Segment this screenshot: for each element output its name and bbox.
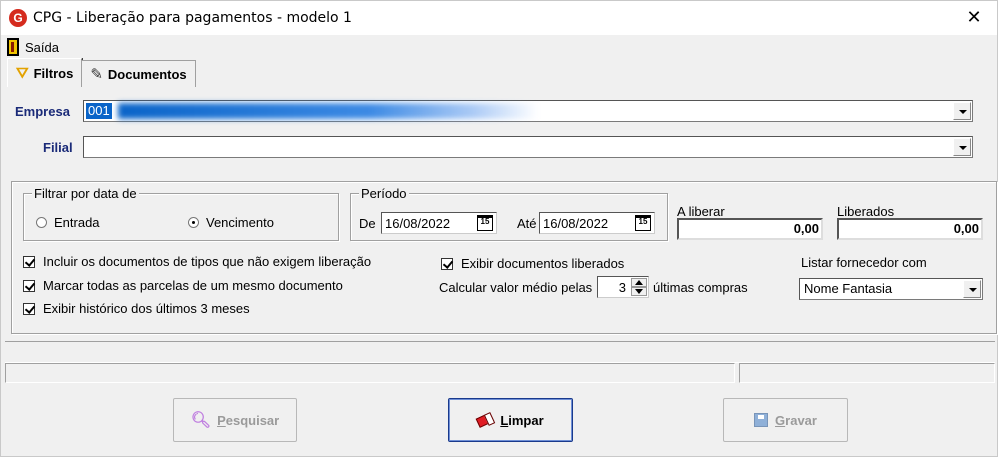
clear-button[interactable]: Limpar: [448, 398, 573, 442]
exit-door-icon: [7, 38, 19, 56]
empresa-combo[interactable]: 001: [83, 100, 973, 122]
checkbox-include-types-box: [23, 255, 35, 268]
checkbox-mark-installments-label: Marcar todas as parcelas de um mesmo doc…: [43, 278, 343, 293]
fornecedor-dropdown-arrow-icon[interactable]: [963, 280, 981, 298]
funnel-icon: ⛛: [16, 64, 29, 82]
radio-vencimento-dot: [188, 217, 199, 228]
calendar-icon[interactable]: 15: [477, 215, 493, 231]
period-from-label: De: [359, 216, 376, 231]
period-from-date[interactable]: 16/08/2022 15: [381, 212, 497, 234]
eraser-icon: [475, 412, 495, 428]
menu-item-exit-label: Saída: [25, 39, 59, 55]
empresa-redacted-text: [118, 103, 538, 119]
tab-documents-label: Documentos: [107, 66, 187, 82]
tab-strip: ⛛ Filtros ✎ Documentos: [7, 58, 196, 87]
tab-filters-label: Filtros: [33, 65, 74, 81]
checkbox-history-box: [23, 302, 35, 315]
checkbox-include-types-label: Incluir os documentos de tipos que não e…: [43, 254, 372, 269]
filial-label: Filial: [43, 140, 73, 155]
fornecedor-combo[interactable]: Nome Fantasia: [799, 278, 983, 300]
period-to-value: 16/08/2022: [543, 216, 609, 231]
period-from-value: 16/08/2022: [385, 216, 451, 231]
save-button[interactable]: Gravar: [723, 398, 848, 442]
period-to-date[interactable]: 16/08/2022 15: [539, 212, 655, 234]
fornecedor-value: Nome Fantasia: [804, 281, 893, 296]
status-panel-left: [5, 363, 735, 383]
clear-button-label: Limpar: [500, 412, 544, 428]
menu-bar: Saída: [1, 35, 997, 59]
checkbox-include-types[interactable]: Incluir os documentos de tipos que não e…: [23, 254, 371, 269]
tab-documents[interactable]: ✎ Documentos: [81, 60, 196, 87]
period-to-label: Até: [517, 216, 537, 231]
checkbox-mark-installments-box: [23, 279, 35, 292]
search-icon: 🔍︎: [190, 412, 212, 429]
liberados-value: 0,00: [837, 218, 983, 240]
fornecedor-label: Listar fornecedor com: [801, 255, 927, 270]
avg-spinner[interactable]: 3: [597, 276, 649, 298]
spinner-up-icon[interactable]: [631, 278, 647, 287]
radio-entrada-label: Entrada: [54, 215, 100, 230]
date-filter-group: Filtrar por data de Entrada Vencimento: [23, 186, 339, 241]
radio-vencimento-label: Vencimento: [206, 215, 274, 230]
spinner-down-icon[interactable]: [631, 287, 647, 296]
search-button-label: Pesquisar: [217, 412, 280, 428]
search-button[interactable]: 🔍︎ Pesquisar: [173, 398, 297, 442]
title-bar: G CPG - Liberação para pagamentos - mode…: [1, 1, 997, 35]
filters-panel: Empresa 001 Filial Filtrar por data de E…: [5, 88, 997, 338]
status-separator: [5, 341, 995, 363]
documents-icon: ✎: [90, 66, 103, 83]
radio-entrada[interactable]: Entrada: [36, 215, 100, 230]
calendar-icon[interactable]: 15: [635, 215, 651, 231]
close-icon[interactable]: ✕: [959, 3, 989, 33]
status-panel-right: [739, 363, 995, 383]
filial-combo[interactable]: [83, 136, 973, 158]
checkbox-history-label: Exibir histórico dos últimos 3 meses: [43, 301, 250, 316]
avg-prefix-label: Calcular valor médio pelas: [439, 280, 593, 295]
filial-value: [86, 139, 90, 155]
empresa-value: 001: [86, 103, 112, 119]
radio-vencimento[interactable]: Vencimento: [188, 215, 274, 230]
main-window: G CPG - Liberação para pagamentos - mode…: [0, 0, 998, 457]
empresa-label: Empresa: [15, 104, 70, 119]
liberados-label: Liberados: [837, 204, 895, 219]
avg-suffix-label: últimas compras: [653, 280, 748, 295]
checkbox-history[interactable]: Exibir histórico dos últimos 3 meses: [23, 301, 250, 316]
checkbox-show-released[interactable]: Exibir documentos liberados: [441, 256, 624, 271]
avg-spinner-value: 3: [618, 280, 626, 295]
date-filter-legend: Filtrar por data de: [32, 186, 139, 201]
checkbox-mark-installments[interactable]: Marcar todas as parcelas de um mesmo doc…: [23, 278, 343, 293]
a-liberar-label: A liberar: [677, 204, 725, 219]
tab-filters[interactable]: ⛛ Filtros: [7, 58, 83, 87]
spinner-buttons: [631, 278, 647, 296]
window-title: CPG - Liberação para pagamentos - modelo…: [33, 10, 352, 26]
menu-item-exit[interactable]: Saída: [7, 37, 59, 57]
app-logo-icon: G: [9, 9, 27, 27]
save-button-label: Gravar: [775, 412, 817, 428]
period-group: Período De 16/08/2022 15 Até 16/08/2022 …: [350, 186, 668, 241]
period-legend: Período: [359, 186, 409, 201]
empresa-dropdown-arrow-icon[interactable]: [953, 102, 971, 120]
save-disk-icon: [754, 413, 769, 427]
radio-entrada-dot: [36, 217, 47, 228]
checkbox-show-released-label: Exibir documentos liberados: [461, 256, 625, 271]
filial-dropdown-arrow-icon[interactable]: [953, 138, 971, 156]
a-liberar-value: 0,00: [677, 218, 823, 240]
checkbox-show-released-box: [441, 257, 453, 270]
